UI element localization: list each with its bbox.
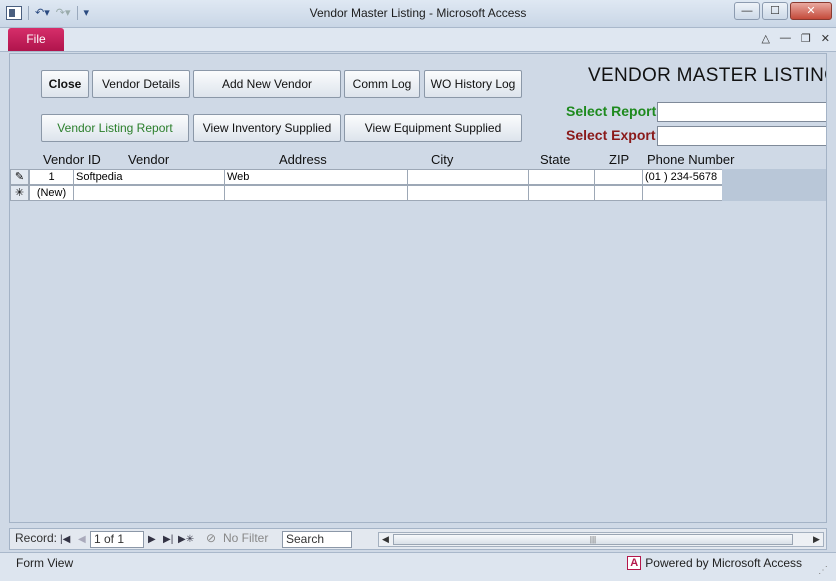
access-app-icon[interactable] <box>6 6 22 20</box>
redo-icon[interactable]: ↷▾ <box>56 6 71 20</box>
cell-new-phone[interactable] <box>642 185 723 201</box>
select-export-label: Select Export <box>566 127 656 143</box>
search-input[interactable]: Search <box>282 531 352 548</box>
col-header-city: City <box>431 152 454 167</box>
file-tab[interactable]: File <box>8 28 64 51</box>
add-new-vendor-button[interactable]: Add New Vendor <box>193 70 341 98</box>
view-inventory-supplied-button[interactable]: View Inventory Supplied <box>193 114 341 142</box>
document-window-controls: △ — ❐ ✕ <box>761 32 830 45</box>
table-row-new[interactable]: ✳ (New) <box>10 185 826 201</box>
next-record-icon[interactable]: ▶ <box>148 531 156 548</box>
doc-minimize-icon[interactable]: — <box>780 32 791 45</box>
customize-toolbar-icon[interactable]: ▾ <box>84 6 90 20</box>
page-title: VENDOR MASTER LISTING <box>588 65 827 86</box>
pencil-icon[interactable]: ✎ <box>10 169 29 185</box>
row-background <box>722 185 826 201</box>
cell-new-zip[interactable] <box>594 185 643 201</box>
scrollbar-thumb[interactable]: ||| <box>393 534 793 545</box>
doc-restore-icon[interactable]: ❐ <box>801 32 811 45</box>
vendor-datasheet: ✎ 1 Softpedia Web (01 ) 234-5678 ✳ (New) <box>10 169 826 201</box>
minimize-button[interactable]: — <box>734 2 760 20</box>
scroll-left-icon[interactable]: ◀ <box>379 533 392 546</box>
col-header-state: State <box>540 152 571 167</box>
view-mode-label: Form View <box>16 556 74 570</box>
powered-by-text: Powered by Microsoft Access <box>645 556 802 570</box>
doc-close-icon[interactable]: ✕ <box>821 32 830 45</box>
ribbon-bar: File △ — ❐ ✕ <box>0 28 836 52</box>
cell-new-vendor[interactable] <box>73 185 225 201</box>
cell-state[interactable] <box>528 169 595 185</box>
vendor-details-button[interactable]: Vendor Details <box>92 70 190 98</box>
quick-access-toolbar: ↶▾ ↷▾ ▾ <box>6 6 89 20</box>
access-logo-icon: A <box>627 556 642 570</box>
ribbon-collapse-icon[interactable]: △ <box>761 32 769 45</box>
close-window-button[interactable]: ✕ <box>790 2 832 20</box>
previous-record-icon[interactable]: ◀ <box>78 531 86 548</box>
current-record-input[interactable]: 1 of 1 <box>90 531 144 548</box>
filter-icon[interactable]: ⊘ <box>206 531 216 545</box>
first-record-icon[interactable]: |◀ <box>60 531 70 548</box>
select-export-combo[interactable] <box>657 126 826 146</box>
cell-vendor-id[interactable]: 1 <box>29 169 74 185</box>
select-report-label: Select Report <box>566 103 657 119</box>
cell-new-vendor-id[interactable]: (New) <box>29 185 74 201</box>
col-header-vendor-id: Vendor ID <box>43 152 101 167</box>
cell-new-city[interactable] <box>407 185 529 201</box>
new-record-icon[interactable]: ▶✳ <box>178 531 194 548</box>
vendor-master-form: Close Vendor Details Add New Vendor Comm… <box>9 53 827 523</box>
record-label: Record: <box>15 531 58 545</box>
status-bar: Form View A Powered by Microsoft Access … <box>0 552 836 581</box>
close-button[interactable]: Close <box>41 70 89 98</box>
cell-zip[interactable] <box>594 169 643 185</box>
cell-new-address[interactable] <box>224 185 408 201</box>
col-header-zip: ZIP <box>609 152 630 167</box>
cell-city[interactable] <box>407 169 529 185</box>
cell-vendor[interactable]: Softpedia <box>73 169 225 185</box>
record-navigation-bar: Record: |◀ ◀ 1 of 1 ▶ ▶| ▶✳ ⊘ No Filter … <box>9 528 827 550</box>
comm-log-button[interactable]: Comm Log <box>344 70 420 98</box>
new-record-asterisk-icon[interactable]: ✳ <box>10 185 29 201</box>
cell-address[interactable]: Web <box>224 169 408 185</box>
toolbar-separator <box>28 6 29 20</box>
resize-grip-icon[interactable]: ⋰ <box>818 565 830 577</box>
cell-phone[interactable]: (01 ) 234-5678 <box>642 169 723 185</box>
wo-history-log-button[interactable]: WO History Log <box>424 70 522 98</box>
horizontal-scrollbar[interactable]: ◀ ||| ▶ <box>378 532 824 547</box>
col-header-phone: Phone Number <box>647 152 735 167</box>
select-report-combo[interactable] <box>657 102 826 122</box>
toolbar-separator <box>76 6 78 20</box>
undo-icon[interactable]: ↶▾ <box>35 6 50 20</box>
table-row[interactable]: ✎ 1 Softpedia Web (01 ) 234-5678 <box>10 169 826 185</box>
scroll-right-icon[interactable]: ▶ <box>810 533 823 546</box>
row-background <box>722 169 826 185</box>
window-controls: — ☐ ✕ <box>734 2 832 20</box>
maximize-button[interactable]: ☐ <box>762 2 788 20</box>
no-filter-toggle[interactable]: No Filter <box>223 531 268 545</box>
powered-by: A Powered by Microsoft Access <box>627 556 802 570</box>
cell-new-state[interactable] <box>528 185 595 201</box>
col-header-address: Address <box>279 152 327 167</box>
col-header-vendor: Vendor <box>128 152 170 167</box>
last-record-icon[interactable]: ▶| <box>163 531 173 548</box>
vendor-listing-report-button[interactable]: Vendor Listing Report <box>41 114 189 142</box>
view-equipment-supplied-button[interactable]: View Equipment Supplied <box>344 114 522 142</box>
window-title: Vendor Master Listing - Microsoft Access <box>309 6 527 20</box>
title-bar: ↶▾ ↷▾ ▾ Vendor Master Listing - Microsof… <box>0 0 836 28</box>
